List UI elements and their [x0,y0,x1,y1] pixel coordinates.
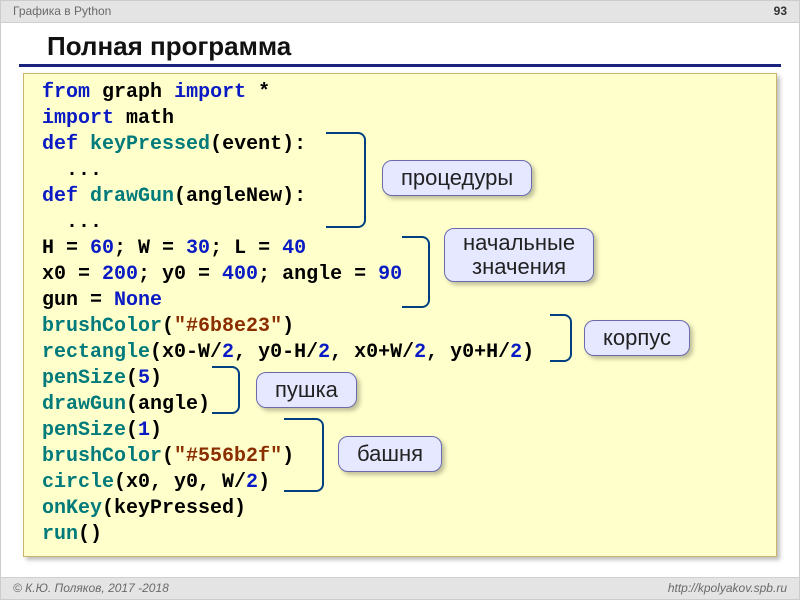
txt: , y0+H/ [426,341,510,364]
fn: rectangle [42,341,150,364]
pun: ) [150,367,162,390]
sig: (angleNew): [174,185,306,208]
num: 60 [90,237,114,260]
fn: onKey [42,497,102,520]
txt: ; angle = [258,263,378,286]
callout-tower: башня [338,436,442,472]
kw-def: def [42,133,78,156]
page-number: 93 [774,4,787,22]
fn: brushColor [42,445,162,468]
num: 2 [414,341,426,364]
kw-from: from [42,81,90,104]
num: 400 [222,263,258,286]
txt: x0 = [42,263,102,286]
txt: ) [258,471,270,494]
txt: ; y0 = [138,263,222,286]
slide-title: Полная программа [19,23,781,67]
txt: ) [522,341,534,364]
topbar: Графика в Python 93 [1,1,799,23]
brace-icon [212,366,240,414]
txt: () [78,523,102,546]
txt: (angle) [126,393,210,416]
callout-body: корпус [584,320,690,356]
code-line: from graph import * [42,80,766,106]
txt: ; W = [114,237,186,260]
num: 2 [318,341,330,364]
brace-icon [326,132,366,228]
fn: circle [42,471,114,494]
code-line: ... [42,210,766,236]
txt: ; L = [210,237,282,260]
footer-left: © К.Ю. Поляков, 2017 -2018 [13,581,169,599]
num: 200 [102,263,138,286]
brace-icon [402,236,430,308]
num: 90 [378,263,402,286]
code-line: penSize(5) [42,366,766,392]
code-line: circle(x0, y0, W/2) [42,470,766,496]
kw-def: def [42,185,78,208]
str: "#6b8e23" [174,315,282,338]
txt: , y0-H/ [234,341,318,364]
fn: drawGun [42,393,126,416]
mod-graph: graph [102,81,162,104]
fn-drawgun: drawGun [90,185,174,208]
fn: brushColor [42,315,162,338]
pun: ( [126,419,138,442]
callout-gun: пушка [256,372,357,408]
kw-import: import [174,81,246,104]
code-line: run() [42,522,766,548]
brace-icon [284,418,324,492]
num: 1 [138,419,150,442]
brace-icon [550,314,572,362]
num: 2 [222,341,234,364]
kw-none: None [114,289,162,312]
slide: Графика в Python 93 Полная программа fro… [0,0,800,600]
pun: ) [282,315,294,338]
code-line: import math [42,106,766,132]
pun: ( [162,445,174,468]
topbar-left: Графика в Python [13,4,111,22]
pun: ) [150,419,162,442]
txt: , x0+W/ [330,341,414,364]
txt: gun = [42,289,114,312]
callout-initial: начальные значения [444,228,594,282]
mod-math: math [114,107,174,130]
pun: ( [126,367,138,390]
txt: (x0-W/ [150,341,222,364]
txt: (x0, y0, W/ [114,471,246,494]
code-line: onKey(keyPressed) [42,496,766,522]
sig: (event): [210,133,306,156]
fn: run [42,523,78,546]
pun: ( [162,315,174,338]
fn-keypressed: keyPressed [90,133,210,156]
code-block: from graph import * import math def keyP… [23,73,777,557]
footer: © К.Ю. Поляков, 2017 -2018 http://kpolya… [1,577,799,599]
txt: H = [42,237,90,260]
kw-import: import [42,107,114,130]
fn: penSize [42,367,126,390]
code-line: def keyPressed(event): [42,132,766,158]
num: 5 [138,367,150,390]
callout-procedures: процедуры [382,160,532,196]
footer-right: http://kpolyakov.spb.ru [668,581,787,599]
num: 30 [186,237,210,260]
num: 2 [246,471,258,494]
num: 40 [282,237,306,260]
num: 2 [510,341,522,364]
txt: (keyPressed) [102,497,246,520]
str: "#556b2f" [174,445,282,468]
code-line: drawGun(angle) [42,392,766,418]
fn: penSize [42,419,126,442]
star: * [246,81,270,104]
